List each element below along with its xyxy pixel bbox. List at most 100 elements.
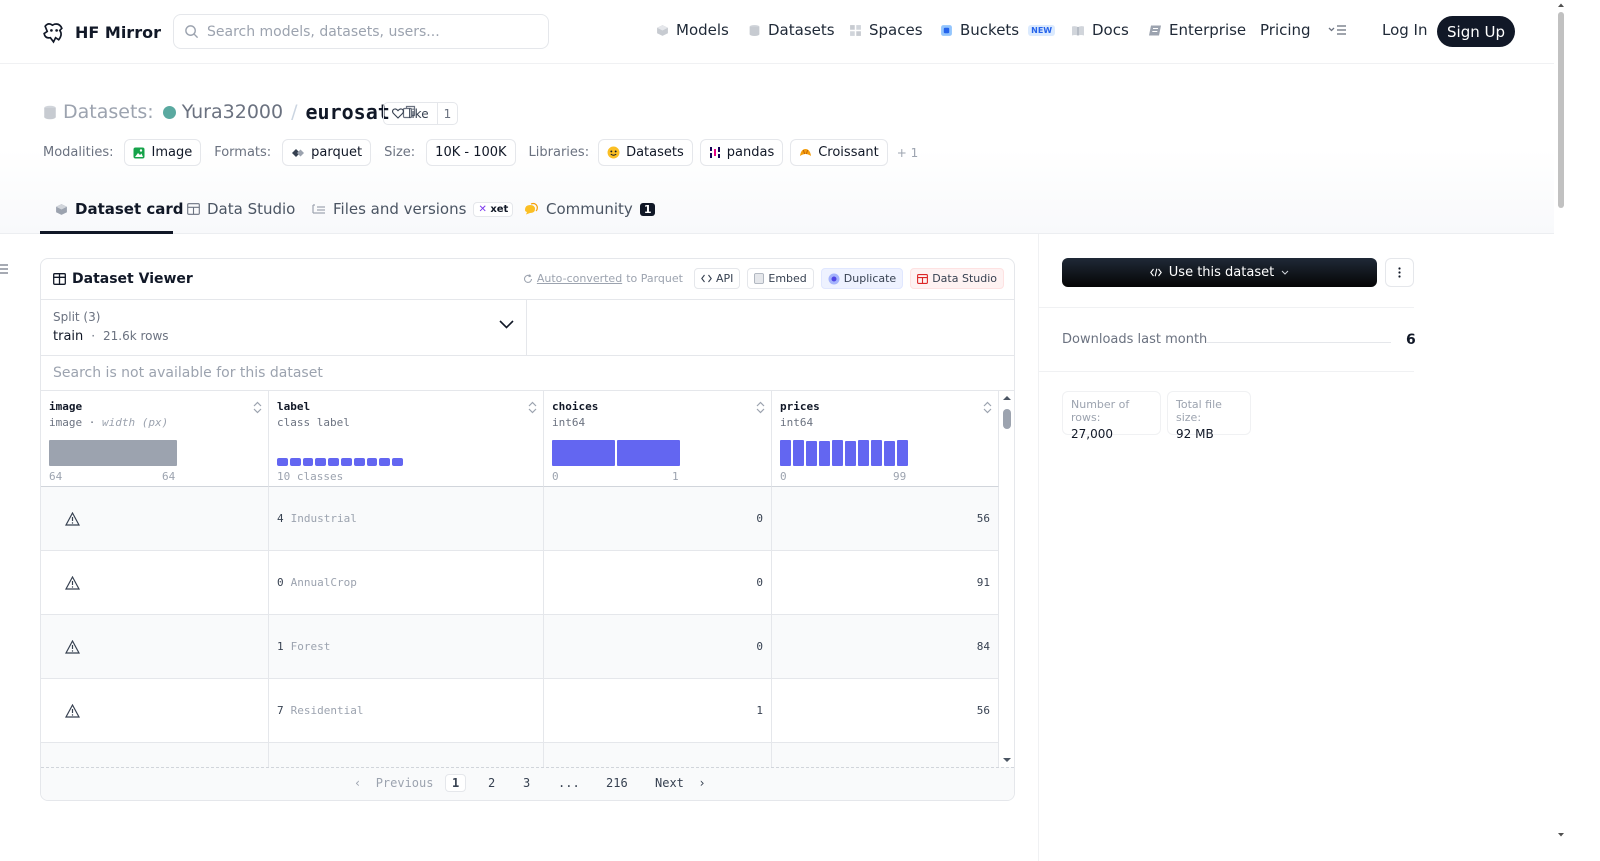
histogram-bar[interactable] <box>302 458 314 466</box>
repo-name-link[interactable]: eurosat <box>306 100 390 124</box>
embed-button[interactable]: Embed <box>747 268 814 289</box>
page-216-button[interactable]: 216 <box>606 776 628 790</box>
choices-cell[interactable]: 1 <box>544 679 772 743</box>
histogram-bar[interactable] <box>552 440 615 466</box>
image-cell[interactable] <box>41 551 269 615</box>
scroll-down-icon[interactable] <box>1000 755 1014 765</box>
library-datasets-chip[interactable]: Datasets <box>598 139 693 166</box>
histogram-bar[interactable] <box>884 440 895 466</box>
signup-button[interactable]: Sign Up <box>1437 16 1515 47</box>
sort-icon[interactable] <box>756 401 765 414</box>
format-parquet-chip[interactable]: parquet <box>282 139 372 166</box>
histogram-bar[interactable] <box>315 458 327 466</box>
page-1-button[interactable]: 1 <box>445 774 467 792</box>
histogram-bar[interactable] <box>845 440 856 466</box>
image-cell[interactable] <box>41 615 269 679</box>
page-2-button[interactable]: 2 <box>488 776 495 790</box>
histogram-bar[interactable] <box>819 440 830 466</box>
prices-cell[interactable]: 84 <box>772 615 999 679</box>
auto-converted-link[interactable]: Auto-converted <box>537 272 622 285</box>
previous-page-button[interactable]: ‹ Previous <box>354 776 433 790</box>
login-link[interactable]: Log In <box>1382 21 1428 39</box>
prices-cell[interactable]: 56 <box>772 679 999 743</box>
column-header-image[interactable]: image image · width (px) 64 64 <box>41 391 269 487</box>
scroll-down-icon[interactable] <box>1554 831 1568 839</box>
label-cell[interactable]: 4 Industrial <box>269 487 544 551</box>
prices-cell[interactable]: 91 <box>772 551 999 615</box>
sort-icon[interactable] <box>528 401 537 414</box>
label-cell[interactable]: 7 Residential <box>269 679 544 743</box>
nav-spaces[interactable]: Spaces <box>849 21 923 39</box>
more-options-button[interactable] <box>1385 258 1414 287</box>
page-3-button[interactable]: 3 <box>523 776 530 790</box>
sort-icon[interactable] <box>983 401 992 414</box>
grid-scroll-thumb[interactable] <box>1003 409 1011 429</box>
image-cell[interactable] <box>41 743 269 767</box>
choices-cell[interactable]: 0 <box>544 487 772 551</box>
histogram-bar[interactable] <box>858 440 869 466</box>
histogram-bar[interactable] <box>49 440 177 466</box>
library-croissant-chip[interactable]: Croissant <box>790 139 888 166</box>
repo-owner-link[interactable]: Yura32000 <box>182 101 283 123</box>
grid-scrollbar[interactable] <box>1000 391 1014 767</box>
split-selector[interactable]: Split (3) train · 21.6k rows <box>41 300 527 356</box>
tab-files-and-versions[interactable]: Files and versions ✕ xet <box>312 200 514 218</box>
histogram-bar[interactable] <box>832 440 843 466</box>
scroll-up-icon[interactable] <box>1000 393 1014 403</box>
like-toggle[interactable]: like <box>384 103 438 124</box>
histogram-bar[interactable] <box>793 440 804 466</box>
histogram-bar[interactable] <box>366 458 378 466</box>
histogram-bar[interactable] <box>379 458 391 466</box>
like-count[interactable]: 1 <box>438 107 458 121</box>
histogram-bar[interactable] <box>289 458 301 466</box>
duplicate-button[interactable]: Duplicate <box>820 268 904 289</box>
use-this-dataset-button[interactable]: Use this dataset <box>1062 258 1377 287</box>
modality-image-chip[interactable]: Image <box>124 139 202 166</box>
page-scroll-thumb[interactable] <box>1558 12 1564 208</box>
choices-cell[interactable]: 0 <box>544 615 772 679</box>
tab-dataset-card[interactable]: Dataset card <box>55 200 184 218</box>
search-input[interactable] <box>207 23 527 40</box>
histogram-bar[interactable] <box>897 440 908 466</box>
histogram-bar[interactable] <box>328 458 339 466</box>
column-header-prices[interactable]: prices int64 0 99 <box>772 391 999 487</box>
next-page-button[interactable]: Next › <box>655 776 706 790</box>
side-toc-toggle[interactable] <box>0 263 9 275</box>
prices-cell[interactable]: 56 <box>772 487 999 551</box>
histogram-bar[interactable] <box>277 458 288 466</box>
label-cell[interactable]: 0 AnnualCrop <box>269 551 544 615</box>
nav-models[interactable]: Models <box>656 21 729 39</box>
histogram-bar[interactable] <box>806 441 817 466</box>
nav-enterprise[interactable]: Enterprise <box>1148 21 1246 39</box>
histogram-bar[interactable] <box>341 458 352 466</box>
nav-docs[interactable]: Docs <box>1071 21 1129 39</box>
nav-more-menu[interactable] <box>1328 24 1348 36</box>
tab-data-studio[interactable]: Data Studio <box>187 200 295 218</box>
sort-icon[interactable] <box>253 401 262 414</box>
column-header-choices[interactable]: choices int64 0 1 <box>544 391 772 487</box>
prices-cell[interactable] <box>772 743 999 767</box>
like-button[interactable]: like 1 <box>383 102 459 125</box>
image-cell[interactable] <box>41 487 269 551</box>
histogram-bar[interactable] <box>392 458 403 466</box>
scroll-up-icon[interactable] <box>1554 1 1568 9</box>
choices-cell[interactable]: 0 <box>544 551 772 615</box>
nav-pricing[interactable]: Pricing <box>1260 21 1311 39</box>
choices-cell[interactable] <box>544 743 772 767</box>
column-header-label[interactable]: label class label 10 classes <box>269 391 544 487</box>
size-chip[interactable]: 10K - 100K <box>426 139 516 166</box>
api-button[interactable]: API <box>693 268 741 289</box>
library-pandas-chip[interactable]: pandas <box>699 139 784 166</box>
tab-community[interactable]: Community 1 <box>523 200 656 218</box>
histogram-bar[interactable] <box>617 440 680 466</box>
more-libraries-link[interactable]: + 1 <box>897 146 919 160</box>
label-cell[interactable]: 1 Forest <box>269 615 544 679</box>
image-cell[interactable] <box>41 679 269 743</box>
label-cell[interactable] <box>269 743 544 767</box>
histogram-bar[interactable] <box>871 440 882 466</box>
histogram-bar[interactable] <box>780 440 791 466</box>
histogram-bar[interactable] <box>353 458 365 466</box>
search-box[interactable] <box>173 14 549 49</box>
nav-datasets[interactable]: Datasets <box>748 21 835 39</box>
data-studio-button[interactable]: Data Studio <box>910 268 1004 289</box>
